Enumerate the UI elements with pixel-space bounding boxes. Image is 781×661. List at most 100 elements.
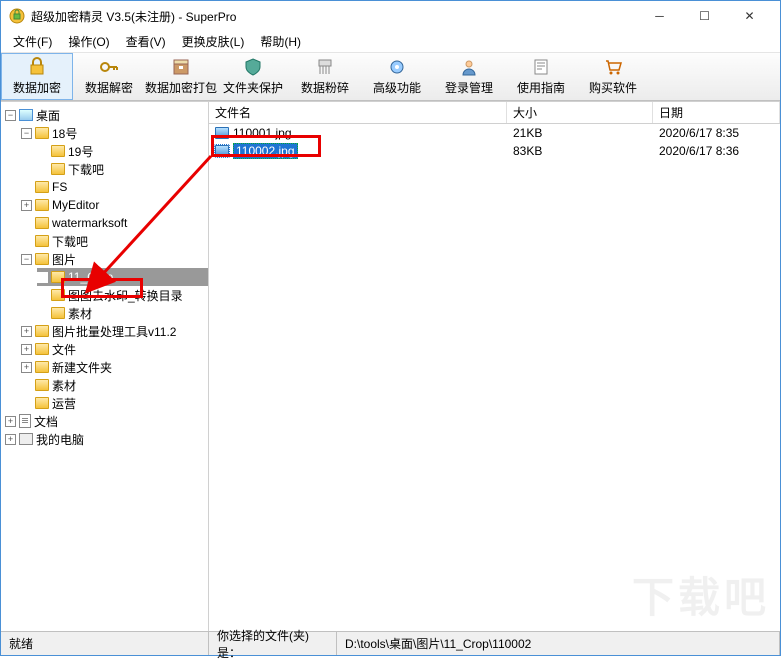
file-row-selected[interactable]: 110002.jpg 83KB 2020/6/17 8:36 — [209, 142, 780, 160]
minimize-button[interactable]: ─ — [637, 2, 682, 30]
folder-icon — [35, 325, 49, 337]
folder-icon — [35, 397, 49, 409]
desktop-icon — [19, 109, 33, 121]
tree-pictures[interactable]: −图片 — [21, 250, 208, 268]
toolbar-label: 数据解密 — [85, 79, 133, 96]
status-label: 你选择的文件(夹)是： — [209, 632, 337, 655]
tree-newfolder[interactable]: +新建文件夹 — [21, 358, 208, 376]
tree-11crop[interactable]: 11_Crop — [37, 268, 208, 286]
file-name: 110001.jpg — [233, 126, 292, 140]
tree-tutu[interactable]: 图图去水印_转换目录 — [37, 286, 208, 304]
folder-icon — [35, 379, 49, 391]
main-area: −桌面 −18号 19号 下载吧 FS +MyEditor watermarks… — [1, 101, 780, 631]
folder-icon — [35, 343, 49, 355]
tree-watermarksoft[interactable]: watermarksoft — [21, 214, 208, 232]
toolbar-label: 文件夹保护 — [223, 79, 283, 96]
tree-mypc[interactable]: +我的电脑 — [5, 430, 208, 448]
tree-myeditor[interactable]: +MyEditor — [21, 196, 208, 214]
file-size: 83KB — [507, 144, 653, 158]
tree-ops[interactable]: 运营 — [21, 394, 208, 412]
tree-pane[interactable]: −桌面 −18号 19号 下载吧 FS +MyEditor watermarks… — [1, 102, 209, 631]
tree-desktop[interactable]: −桌面 — [5, 106, 208, 124]
tree-sucai2[interactable]: 素材 — [21, 376, 208, 394]
gear-icon — [387, 57, 407, 77]
toolbar-login[interactable]: 登录管理 — [433, 53, 505, 100]
folder-icon — [35, 181, 49, 193]
shred-icon — [315, 57, 335, 77]
col-size[interactable]: 大小 — [507, 102, 653, 123]
menu-operate[interactable]: 操作(O) — [62, 31, 115, 52]
folder-icon — [51, 145, 65, 157]
folder-icon — [51, 307, 65, 319]
toolbar-label: 数据加密 — [13, 79, 61, 96]
maximize-button[interactable]: ☐ — [682, 2, 727, 30]
user-icon — [459, 57, 479, 77]
archive-icon — [171, 57, 191, 77]
file-date: 2020/6/17 8:35 — [653, 126, 780, 140]
title-bar: 超级加密精灵 V3.5(未注册) - SuperPro ─ ☐ ✕ — [1, 1, 780, 31]
list-header: 文件名 大小 日期 — [209, 102, 780, 124]
cart-icon — [603, 57, 623, 77]
status-path: D:\tools\桌面\图片\11_Crop\110002 — [337, 632, 780, 655]
tree-18[interactable]: −18号 — [21, 124, 208, 142]
toolbar-guide[interactable]: 使用指南 — [505, 53, 577, 100]
menu-help[interactable]: 帮助(H) — [254, 31, 307, 52]
document-icon — [19, 414, 31, 428]
toolbar-protect[interactable]: 文件夹保护 — [217, 53, 289, 100]
folder-icon — [35, 217, 49, 229]
shield-icon — [243, 57, 263, 77]
tree-docs[interactable]: +文档 — [5, 412, 208, 430]
toolbar-label: 购买软件 — [589, 79, 637, 96]
status-bar: 就绪 你选择的文件(夹)是： D:\tools\桌面\图片\11_Crop\11… — [1, 631, 780, 655]
toolbar: 数据加密 数据解密 数据加密打包 文件夹保护 数据粉碎 高级功能 登录管理 使用… — [1, 53, 780, 101]
tree-fs[interactable]: FS — [21, 178, 208, 196]
toolbar-shred[interactable]: 数据粉碎 — [289, 53, 361, 100]
menu-bar: 文件(F) 操作(O) 查看(V) 更换皮肤(L) 帮助(H) — [1, 31, 780, 53]
toolbar-label: 使用指南 — [517, 79, 565, 96]
folder-icon — [35, 235, 49, 247]
folder-icon — [51, 289, 65, 301]
list-body[interactable]: 110001.jpg 21KB 2020/6/17 8:35 110002.jp… — [209, 124, 780, 631]
computer-icon — [19, 433, 33, 445]
tree-19[interactable]: 19号 — [37, 142, 208, 160]
window-title: 超级加密精灵 V3.5(未注册) - SuperPro — [31, 8, 637, 25]
file-list-pane: 文件名 大小 日期 110001.jpg 21KB 2020/6/17 8:35… — [209, 102, 780, 631]
folder-icon — [51, 271, 65, 283]
toolbar-advanced[interactable]: 高级功能 — [361, 53, 433, 100]
key-icon — [99, 57, 119, 77]
col-date[interactable]: 日期 — [653, 102, 780, 123]
menu-skin[interactable]: 更换皮肤(L) — [176, 31, 251, 52]
folder-icon — [35, 127, 49, 139]
folder-icon — [35, 253, 49, 265]
col-name[interactable]: 文件名 — [209, 102, 507, 123]
book-icon — [531, 57, 551, 77]
toolbar-decrypt[interactable]: 数据解密 — [73, 53, 145, 100]
tree-batch[interactable]: +图片批量处理工具v11.2 — [21, 322, 208, 340]
menu-file[interactable]: 文件(F) — [7, 31, 58, 52]
file-name: 110002.jpg — [233, 143, 298, 159]
toolbar-pack[interactable]: 数据加密打包 — [145, 53, 217, 100]
toolbar-buy[interactable]: 购买软件 — [577, 53, 649, 100]
toolbar-label: 数据加密打包 — [145, 79, 217, 96]
tree-files[interactable]: +文件 — [21, 340, 208, 358]
jpg-icon — [215, 145, 229, 157]
toolbar-label: 登录管理 — [445, 79, 493, 96]
lock-icon — [27, 57, 47, 77]
app-icon — [9, 8, 25, 24]
tree-xzb1[interactable]: 下载吧 — [37, 160, 208, 178]
toolbar-label: 高级功能 — [373, 79, 421, 96]
folder-icon — [51, 163, 65, 175]
tree-xzb2[interactable]: 下载吧 — [21, 232, 208, 250]
jpg-icon — [215, 127, 229, 139]
menu-view[interactable]: 查看(V) — [120, 31, 172, 52]
folder-icon — [35, 361, 49, 373]
tree-sucai1[interactable]: 素材 — [37, 304, 208, 322]
file-row[interactable]: 110001.jpg 21KB 2020/6/17 8:35 — [209, 124, 780, 142]
file-size: 21KB — [507, 126, 653, 140]
toolbar-label: 数据粉碎 — [301, 79, 349, 96]
folder-icon — [35, 199, 49, 211]
toolbar-encrypt[interactable]: 数据加密 — [1, 53, 73, 100]
close-button[interactable]: ✕ — [727, 2, 772, 30]
file-date: 2020/6/17 8:36 — [653, 144, 780, 158]
status-ready: 就绪 — [1, 632, 209, 655]
